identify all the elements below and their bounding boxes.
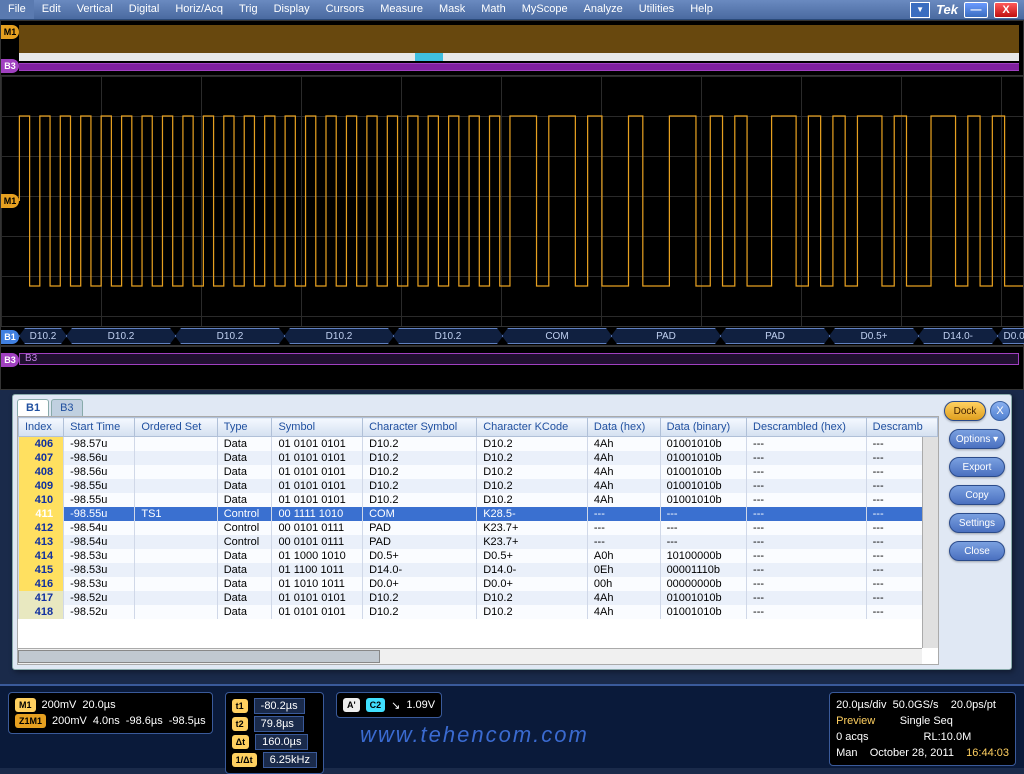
table-row[interactable]: 411-98.55uTS1Control00 1111 1010COMK28.5… bbox=[19, 507, 938, 521]
watermark-text: www.tehencom.com bbox=[360, 722, 589, 748]
marker-m1-icon[interactable]: M1 bbox=[1, 25, 19, 39]
column-header[interactable]: Character KCode bbox=[477, 418, 588, 437]
table-row[interactable]: 410-98.55uData01 0101 0101D10.2D10.24Ah0… bbox=[19, 493, 938, 507]
bus-segment[interactable]: D0.5+ bbox=[829, 328, 919, 344]
bus-b3-lane[interactable]: B3 B3 bbox=[1, 346, 1023, 372]
column-header[interactable]: Symbol bbox=[272, 418, 363, 437]
marker-b1-icon[interactable]: B1 bbox=[1, 330, 19, 344]
menu-trig[interactable]: Trig bbox=[231, 0, 266, 19]
options-button[interactable]: Options ▾ bbox=[949, 429, 1005, 449]
overview-bus-b1 bbox=[19, 53, 1019, 61]
settings-button[interactable]: Settings bbox=[949, 513, 1005, 533]
marker-b3-main-icon[interactable]: B3 bbox=[1, 353, 19, 367]
dock-button[interactable]: Dock bbox=[944, 401, 986, 421]
badge-m1: M1 bbox=[15, 698, 36, 712]
horizontal-scrollbar[interactable] bbox=[18, 648, 922, 664]
close-window-button[interactable]: X bbox=[994, 2, 1018, 18]
overview-waveform[interactable]: M1 B3 bbox=[1, 21, 1023, 76]
overview-trace bbox=[19, 25, 1019, 53]
overview-bus-b3 bbox=[19, 63, 1019, 71]
menu-cursors[interactable]: Cursors bbox=[318, 0, 373, 19]
edge-icon: ↘ bbox=[391, 699, 400, 712]
column-header[interactable]: Character Symbol bbox=[363, 418, 477, 437]
decode-results-panel: B1 B3 IndexStart TimeOrdered SetTypeSymb… bbox=[12, 394, 1012, 670]
table-row[interactable]: 413-98.54uControl00 0101 0111PADK23.7+--… bbox=[19, 535, 938, 549]
acquisition-readout[interactable]: 20.0µs/div 50.0GS/s 20.0ps/pt Preview Si… bbox=[829, 692, 1016, 766]
waveform-display: M1 B3 M1 B1 D10.2D10.2D10.2D10.2D10.2COM… bbox=[0, 20, 1024, 390]
column-header[interactable]: Ordered Set bbox=[135, 418, 217, 437]
menu-measure[interactable]: Measure bbox=[372, 0, 431, 19]
table-row[interactable]: 406-98.57uData01 0101 0101D10.2D10.24Ah0… bbox=[19, 437, 938, 452]
menu-file[interactable]: File bbox=[0, 0, 34, 19]
tab-b1[interactable]: B1 bbox=[17, 399, 49, 416]
column-header[interactable]: Type bbox=[217, 418, 272, 437]
column-header[interactable]: Descramb bbox=[866, 418, 937, 437]
badge-z1m1: Z1M1 bbox=[15, 714, 46, 728]
vertical-scrollbar[interactable] bbox=[922, 437, 938, 648]
table-row[interactable]: 409-98.55uData01 0101 0101D10.2D10.24Ah0… bbox=[19, 479, 938, 493]
export-button[interactable]: Export bbox=[949, 457, 1005, 477]
table-row[interactable]: 407-98.56uData01 0101 0101D10.2D10.24Ah0… bbox=[19, 451, 938, 465]
minimize-button[interactable]: — bbox=[964, 2, 988, 18]
column-header[interactable]: Index bbox=[19, 418, 64, 437]
decode-tabs: B1 B3 bbox=[13, 395, 943, 416]
bus-segment[interactable]: D10.2 bbox=[66, 328, 176, 344]
channel-readout[interactable]: M1 200mV 20.0µs Z1M1 200mV 4.0ns -98.6µs… bbox=[8, 692, 213, 734]
menu-analyze[interactable]: Analyze bbox=[576, 0, 631, 19]
bus-segment[interactable]: PAD bbox=[720, 328, 830, 344]
decode-table[interactable]: IndexStart TimeOrdered SetTypeSymbolChar… bbox=[18, 417, 938, 619]
bus-segment[interactable]: D10.2 bbox=[393, 328, 503, 344]
menu-myscope[interactable]: MyScope bbox=[514, 0, 576, 19]
cursor-readout[interactable]: t1-80.2µs t279.8µs Δt160.0µs 1/Δt6.25kHz bbox=[225, 692, 324, 774]
table-row[interactable]: 416-98.53uData01 1010 1011D0.0+D0.0+00h0… bbox=[19, 577, 938, 591]
bus-b1-lane[interactable]: B1 D10.2D10.2D10.2D10.2D10.2COMPADPADD0.… bbox=[1, 326, 1023, 346]
menu-help[interactable]: Help bbox=[682, 0, 721, 19]
bus-segment[interactable]: D10.2 bbox=[284, 328, 394, 344]
copy-button[interactable]: Copy bbox=[949, 485, 1005, 505]
close-button[interactable]: Close bbox=[949, 541, 1005, 561]
table-row[interactable]: 408-98.56uData01 0101 0101D10.2D10.24Ah0… bbox=[19, 465, 938, 479]
column-header[interactable]: Data (binary) bbox=[660, 418, 746, 437]
marker-b3-icon[interactable]: B3 bbox=[1, 59, 19, 73]
bus-segment[interactable]: D0.0+ bbox=[997, 328, 1024, 344]
table-row[interactable]: 415-98.53uData01 1100 1011D14.0-D14.0-0E… bbox=[19, 563, 938, 577]
column-header[interactable]: Data (hex) bbox=[587, 418, 660, 437]
table-row[interactable]: 412-98.54uControl00 0101 0111PADK23.7+--… bbox=[19, 521, 938, 535]
bus-segment[interactable]: D10.2 bbox=[19, 328, 67, 344]
menu-dropdown-icon[interactable]: ▼ bbox=[910, 2, 930, 18]
bus-segment[interactable]: PAD bbox=[611, 328, 721, 344]
menu-utilities[interactable]: Utilities bbox=[631, 0, 682, 19]
tab-b3[interactable]: B3 bbox=[51, 399, 82, 416]
brand-logo: Tek bbox=[936, 2, 958, 17]
bus-segment[interactable]: COM bbox=[502, 328, 612, 344]
waveform-trace bbox=[1, 76, 1023, 326]
menu-math[interactable]: Math bbox=[473, 0, 513, 19]
table-row[interactable]: 418-98.52uData01 0101 0101D10.2D10.24Ah0… bbox=[19, 605, 938, 619]
column-header[interactable]: Descrambled (hex) bbox=[747, 418, 867, 437]
status-bar: M1 200mV 20.0µs Z1M1 200mV 4.0ns -98.6µs… bbox=[0, 684, 1024, 768]
menu-digital[interactable]: Digital bbox=[121, 0, 168, 19]
main-waveform[interactable]: M1 bbox=[1, 76, 1023, 326]
panel-side-buttons: Dock X Options ▾ Export Copy Settings Cl… bbox=[943, 395, 1011, 669]
overview-highlight bbox=[415, 53, 443, 61]
bus-segment[interactable]: D10.2 bbox=[175, 328, 285, 344]
menu-display[interactable]: Display bbox=[266, 0, 318, 19]
decode-table-container: IndexStart TimeOrdered SetTypeSymbolChar… bbox=[17, 416, 939, 665]
table-row[interactable]: 417-98.52uData01 0101 0101D10.2D10.24Ah0… bbox=[19, 591, 938, 605]
menu-mask[interactable]: Mask bbox=[431, 0, 473, 19]
trigger-readout[interactable]: A' C2 ↘ 1.09V bbox=[336, 692, 442, 718]
menu-vertical[interactable]: Vertical bbox=[69, 0, 121, 19]
close-panel-button[interactable]: X bbox=[990, 401, 1010, 421]
menu-bar: FileEditVerticalDigitalHoriz/AcqTrigDisp… bbox=[0, 0, 1024, 20]
table-row[interactable]: 414-98.53uData01 1000 1010D0.5+D0.5+A0h1… bbox=[19, 549, 938, 563]
menu-horizacq[interactable]: Horiz/Acq bbox=[167, 0, 231, 19]
menu-edit[interactable]: Edit bbox=[34, 0, 69, 19]
bus-segment[interactable]: D14.0- bbox=[918, 328, 998, 344]
column-header[interactable]: Start Time bbox=[64, 418, 135, 437]
